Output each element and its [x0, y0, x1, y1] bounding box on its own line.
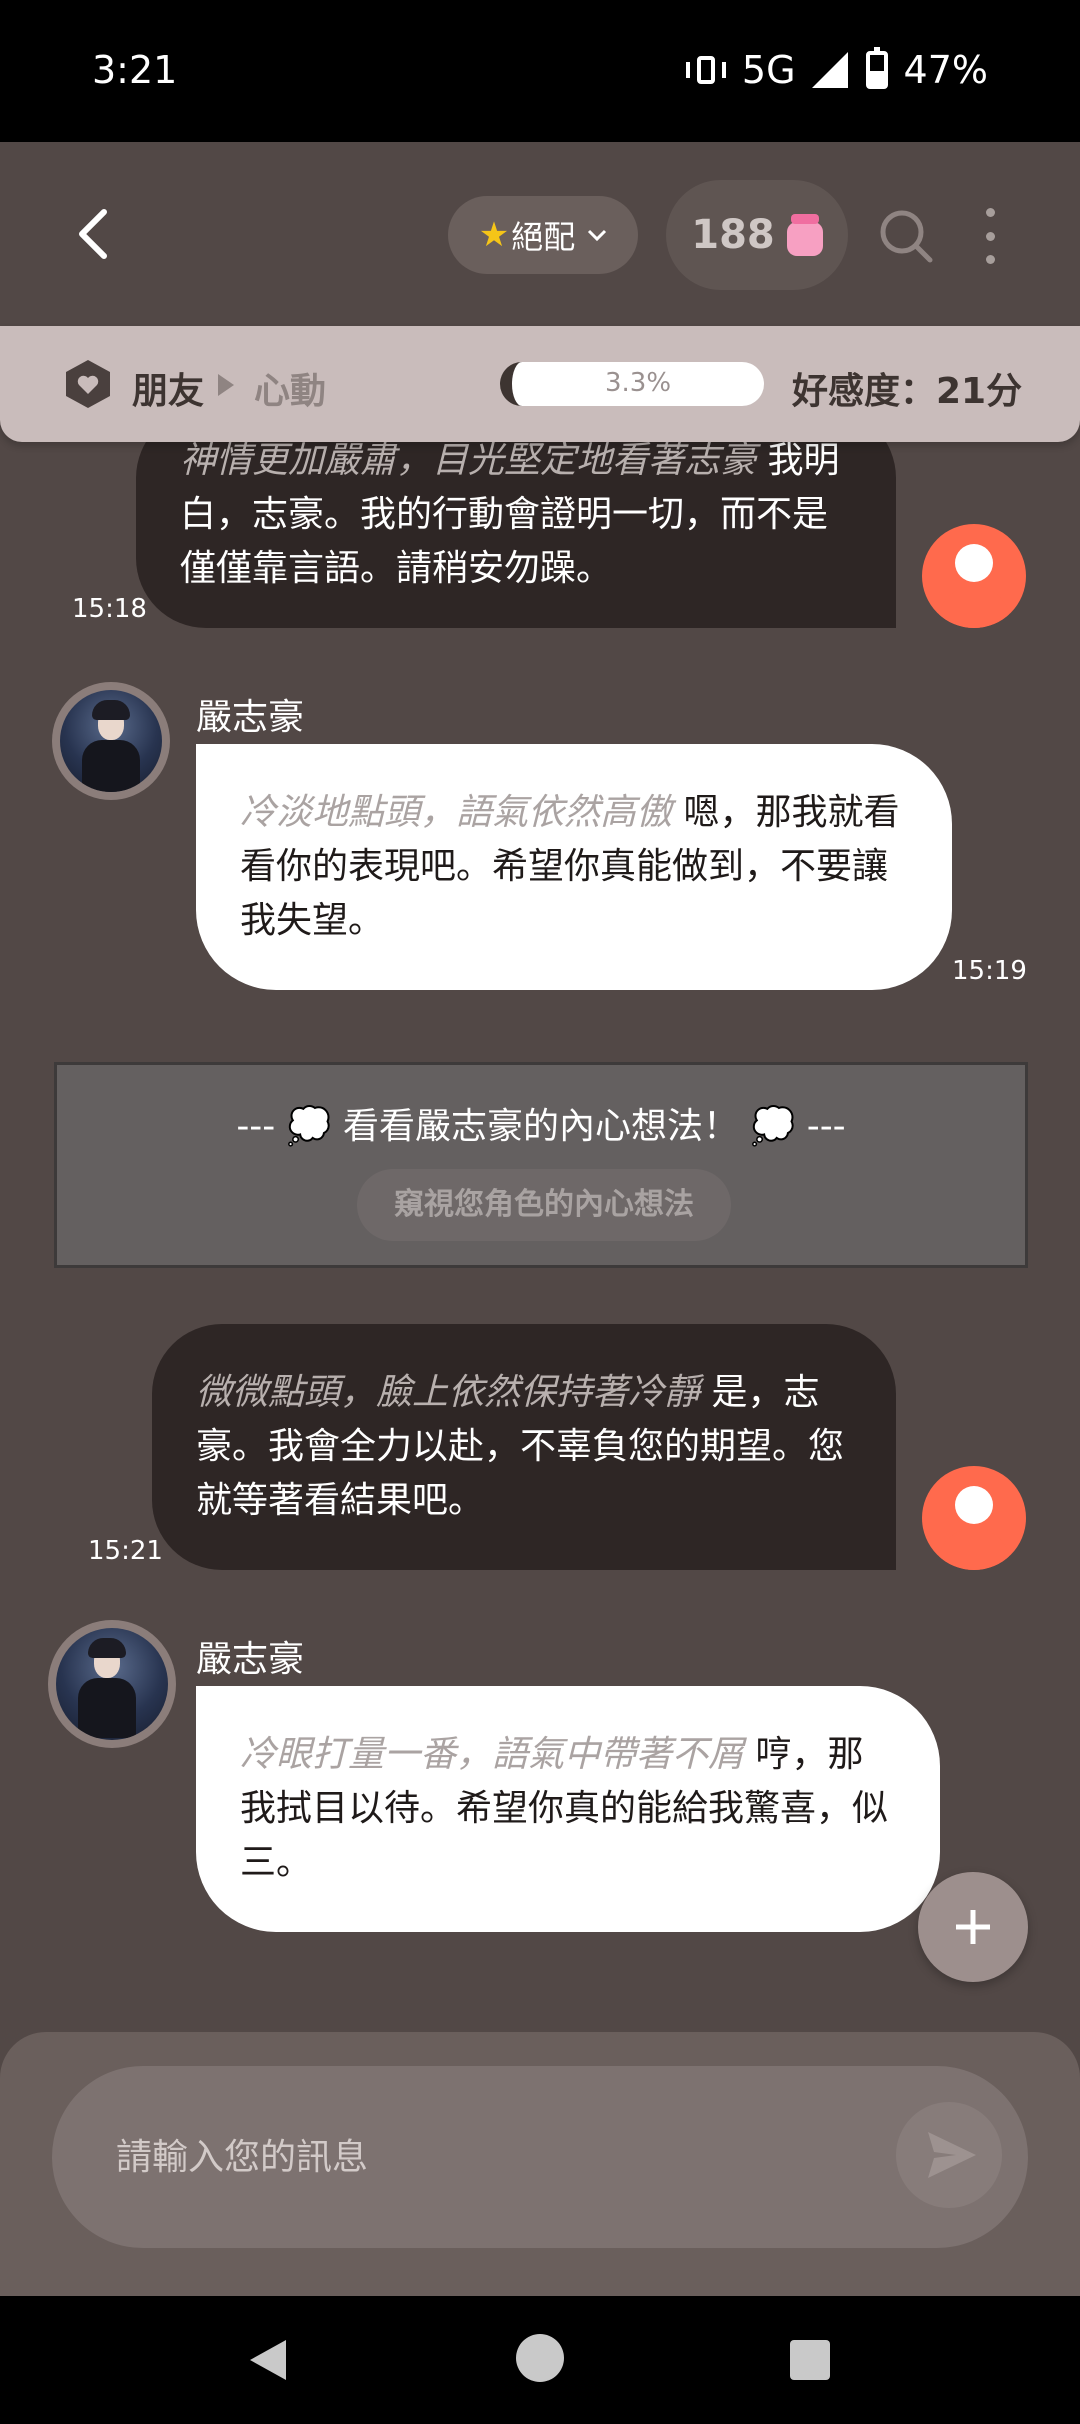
- back-icon[interactable]: [70, 204, 120, 264]
- message-action: 冷淡地點頭，語氣依然高傲: [240, 792, 673, 833]
- peek-thoughts-button[interactable]: 窺視您角色的內心想法: [357, 1169, 731, 1241]
- network-label: 5G: [741, 48, 796, 92]
- user-avatar[interactable]: [922, 1466, 1026, 1570]
- nav-home-icon[interactable]: [516, 2334, 564, 2382]
- message-time: 15:21: [88, 1536, 163, 1566]
- battery-icon: [865, 47, 888, 89]
- vibrate-icon: [685, 50, 726, 90]
- relationship-bar: 朋友 心動 3.3% 好感度：21分: [0, 326, 1080, 442]
- send-button[interactable]: [896, 2102, 1002, 2208]
- match-chip-label: 絕配: [511, 218, 576, 256]
- heart-shield-icon: [66, 360, 110, 408]
- add-button[interactable]: [918, 1872, 1028, 1982]
- message-text: 豪。我會全力以赴，不辜負您的期望。您: [196, 1426, 845, 1467]
- inner-thoughts-panel: --- 💭 看看嚴志豪的內心想法！ 💭 --- 窺視您角色的內心想法: [54, 1062, 1028, 1268]
- message-text: 看你的表現吧。希望你真能做到，不要讓: [240, 846, 889, 887]
- message-time: 15:19: [952, 956, 1027, 986]
- character-avatar[interactable]: [52, 682, 170, 800]
- relationship-level-next: 心動: [254, 371, 327, 412]
- user-avatar[interactable]: [922, 524, 1026, 628]
- chevron-down-icon: [588, 229, 607, 242]
- message-text: 我明: [767, 442, 840, 481]
- user-message: 微微點頭，臉上依然保持著冷靜 是，志 豪。我會全力以赴，不辜負您的期望。您 就等…: [152, 1324, 896, 1570]
- message-text: 僅僅靠言語。請稍安勿躁。: [180, 548, 613, 589]
- star-icon: ★: [478, 215, 510, 255]
- user-message: 神情更加嚴肅，目光堅定地看著志豪 我明 白，志豪。我的行動會證明一切，而不是 僅…: [136, 442, 896, 628]
- message-text: 哼，那: [755, 1734, 864, 1775]
- candy-jar-icon: [786, 214, 823, 256]
- relationship-level-current: 朋友: [132, 371, 205, 412]
- message-action: 冷眼打量一番，語氣中帶著不屑: [240, 1734, 745, 1775]
- status-time: 3:21: [92, 48, 178, 92]
- chat-area[interactable]: 神情更加嚴肅，目光堅定地看著志豪 我明 白，志豪。我的行動會證明一切，而不是 僅…: [0, 442, 1080, 2032]
- battery-percent: 47%: [903, 48, 988, 92]
- character-name: 嚴志豪: [196, 697, 305, 738]
- coin-count: 188: [691, 212, 775, 258]
- send-icon: [928, 2132, 976, 2178]
- composer: [0, 2032, 1080, 2296]
- message-text: 我拭目以待。希望你真的能給我驚喜，似: [240, 1788, 889, 1829]
- arrow-right-icon: [218, 374, 234, 396]
- status-icons: 5G 47%: [685, 47, 988, 92]
- message-input[interactable]: [52, 2066, 1028, 2248]
- message-time: 15:18: [72, 594, 147, 624]
- status-bar: 3:21 5G 47%: [0, 0, 1080, 142]
- match-chip[interactable]: ★ 絕配: [448, 196, 638, 274]
- message-text: 就等著看結果吧。: [196, 1480, 485, 1521]
- system-nav-bar: [0, 2296, 1080, 2424]
- signal-icon: [811, 52, 848, 88]
- message-text: 是，志: [711, 1372, 820, 1413]
- message-text: 我失望。: [240, 900, 385, 941]
- character-avatar[interactable]: [48, 1620, 176, 1748]
- character-name: 嚴志豪: [196, 1639, 305, 1680]
- message-action: 微微點頭，臉上依然保持著冷靜: [196, 1372, 701, 1413]
- message-text: 嗯，那我就看: [683, 792, 900, 833]
- affection-progress-text: 3.3%: [604, 368, 672, 398]
- coin-balance[interactable]: 188: [666, 180, 848, 290]
- search-icon[interactable]: [876, 206, 936, 266]
- affection-score: 好感度：21分: [792, 371, 1023, 412]
- more-options-icon[interactable]: [976, 208, 1004, 264]
- character-message: 冷淡地點頭，語氣依然高傲 嗯，那我就看 看你的表現吧。希望你真能做到，不要讓 我…: [196, 744, 952, 990]
- character-message: 冷眼打量一番，語氣中帶著不屑 哼，那 我拭目以待。希望你真的能給我驚喜，似 三。: [196, 1686, 940, 1932]
- affection-progress-bar: 3.3%: [500, 362, 764, 406]
- nav-recents-icon[interactable]: [790, 2340, 830, 2380]
- message-action: 神情更加嚴肅，目光堅定地看著志豪: [180, 442, 757, 481]
- message-text: 三。: [240, 1842, 313, 1883]
- nav-back-icon[interactable]: [250, 2340, 286, 2380]
- inner-thoughts-title: --- 💭 看看嚴志豪的內心想法！ 💭 ---: [236, 1106, 846, 1147]
- message-text: 白，志豪。我的行動會證明一切，而不是: [180, 494, 829, 535]
- app-bar: ★ 絕配 188: [0, 142, 1080, 326]
